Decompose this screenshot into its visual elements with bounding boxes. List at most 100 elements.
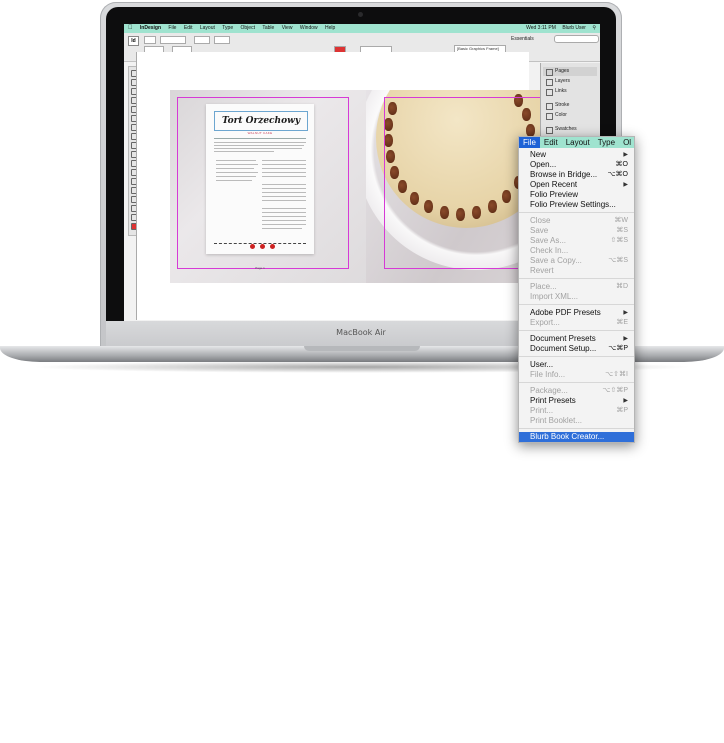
file-menu-item-export: Export... ⌘E — [519, 318, 634, 328]
clock: Wed 3:11 PM — [526, 25, 556, 31]
left-page[interactable]: Tort Orzechowy WALNUT CAKE Page 1 — [170, 90, 366, 283]
method-line — [262, 160, 306, 161]
file-menu-item-document-setup[interactable]: Document Setup... ⌥⌘P — [519, 344, 634, 354]
file-menu-item-save-a-copy: Save a Copy... ⌥⌘S — [519, 256, 634, 266]
view-options-button[interactable] — [194, 36, 210, 44]
ingredient-line — [216, 164, 258, 165]
layout-menu-title[interactable]: Layout — [562, 137, 594, 148]
menu-item-label: Package... — [530, 386, 568, 395]
panel-links[interactable]: Links — [543, 87, 597, 96]
file-menu-item-import-xml: Import XML... — [519, 292, 634, 302]
file-menu-item-open-recent[interactable]: Open Recent ▶ — [519, 180, 634, 190]
camera — [358, 12, 363, 17]
method-line — [262, 196, 306, 197]
user-name[interactable]: Blurb User — [562, 24, 586, 33]
file-menu-item-save-as: Save As... ⇧⌘S — [519, 236, 634, 246]
method-line — [262, 164, 306, 165]
spotlight-icon[interactable]: ⚲ — [592, 24, 596, 33]
panel-swatches[interactable]: Swatches — [543, 125, 597, 134]
menu-item-label: User... — [530, 360, 554, 369]
file-menu: File Edit Layout Type Ol New ▶ Open... ⌘O Browse… — [518, 136, 635, 443]
file-menu-item-revert: Revert — [519, 266, 634, 276]
file-menu-item-blurb-book-creator[interactable]: Blurb Book Creator... — [519, 432, 634, 442]
type-menu-title[interactable]: Type — [594, 137, 619, 148]
submenu-arrow-icon: ▶ — [623, 336, 628, 342]
file-menu-item-folio-preview-settings[interactable]: Folio Preview Settings... — [519, 200, 634, 210]
app-menu[interactable]: InDesign — [140, 24, 161, 33]
panel-color[interactable]: Color — [543, 111, 597, 120]
file-menu-item-browse-in-bridge[interactable]: Browse in Bridge... ⌥⌘O — [519, 170, 634, 180]
shortcut-label: ⌘S — [616, 227, 628, 234]
menu-help[interactable]: Help — [325, 24, 335, 33]
file-menu-item-check-in: Check In... — [519, 246, 634, 256]
menu-window[interactable]: Window — [300, 24, 318, 33]
file-menu-item-open[interactable]: Open... ⌘O — [519, 160, 634, 170]
ingredient-line — [216, 176, 256, 177]
method-line — [262, 228, 302, 229]
shortcut-label: ⌥⇧⌘P — [602, 387, 628, 394]
file-menu-item-package: Package... ⌥⇧⌘P — [519, 386, 634, 396]
panel-stroke[interactable]: Stroke — [543, 101, 597, 110]
panel-label: Pages — [555, 68, 570, 74]
screen-mode-button[interactable] — [214, 36, 230, 44]
menu-object[interactable]: Object — [241, 24, 255, 33]
file-menu-item-folio-preview[interactable]: Folio Preview — [519, 190, 634, 200]
panel-label: Links — [555, 88, 567, 94]
menu-item-label: Save a Copy... — [530, 256, 582, 265]
text-line — [214, 148, 302, 149]
text-line — [214, 142, 306, 143]
menu-separator — [519, 356, 634, 357]
panel-label: Color — [555, 112, 567, 118]
recipe-card[interactable]: Tort Orzechowy WALNUT CAKE — [206, 104, 314, 254]
workspace-switcher[interactable]: Essentials — [511, 36, 534, 42]
menu-item-label: Check In... — [530, 246, 569, 255]
menu-view[interactable]: View — [282, 24, 293, 33]
menu-item-label: Import XML... — [530, 292, 579, 301]
method-line — [262, 224, 306, 225]
menu-separator — [519, 212, 634, 213]
apple-menu-icon[interactable]:  — [128, 24, 133, 33]
file-menu-item-close: Close ⌘W — [519, 216, 634, 226]
links-icon — [546, 89, 553, 96]
menu-item-label: Export... — [530, 318, 560, 327]
search-input[interactable] — [554, 35, 599, 43]
menu-file[interactable]: File — [168, 24, 176, 33]
file-menu-title[interactable]: File — [519, 137, 540, 148]
menu-type[interactable]: Type — [222, 24, 233, 33]
berry-ornament — [250, 244, 255, 249]
menu-item-label: Document Presets — [530, 334, 596, 343]
method-line — [262, 192, 306, 193]
bridge-button[interactable] — [144, 36, 156, 44]
file-menu-item-user[interactable]: User... — [519, 360, 634, 370]
zoom-level-field[interactable] — [160, 36, 186, 44]
swatches-icon — [546, 127, 553, 134]
edit-menu-title[interactable]: Edit — [540, 137, 562, 148]
color-icon — [546, 113, 553, 120]
panel-pages[interactable]: Pages — [543, 67, 597, 76]
ingredient-line — [216, 172, 258, 173]
berry-ornament — [260, 244, 265, 249]
indesign-logo-icon: Id — [128, 36, 139, 46]
menu-table[interactable]: Table — [262, 24, 274, 33]
menu-item-label: Adobe PDF Presets — [530, 308, 601, 317]
menu-item-label: Save As... — [530, 236, 567, 245]
file-menu-item-print-presets[interactable]: Print Presets ▶ — [519, 396, 634, 406]
shortcut-label: ⌘W — [614, 217, 628, 224]
panel-layers[interactable]: Layers — [543, 77, 597, 86]
menu-item-label: Revert — [530, 266, 554, 275]
menu-item-label: Print Presets — [530, 396, 576, 405]
shortcut-label: ⌥⇧⌘I — [605, 371, 628, 378]
file-menu-item-adobe-pdf-presets[interactable]: Adobe PDF Presets ▶ — [519, 308, 634, 318]
menu-layout[interactable]: Layout — [200, 24, 215, 33]
method-line — [262, 172, 306, 173]
menu-item-label: Browse in Bridge... — [530, 170, 598, 179]
file-menu-item-document-presets[interactable]: Document Presets ▶ — [519, 334, 634, 344]
rule — [214, 138, 306, 139]
object-menu-title[interactable]: Ol — [619, 137, 634, 148]
page-footer: Page 1 — [255, 266, 265, 270]
file-menu-item-print: Print... ⌘P — [519, 406, 634, 416]
menu-edit[interactable]: Edit — [184, 24, 193, 33]
file-menu-item-new[interactable]: New ▶ — [519, 150, 634, 160]
file-menu-item-print-booklet: Print Booklet... — [519, 416, 634, 426]
shortcut-label: ⌘P — [616, 407, 628, 414]
